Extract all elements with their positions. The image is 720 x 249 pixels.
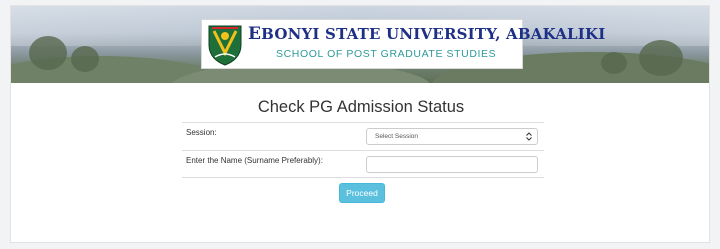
header-tree: [601, 52, 627, 74]
school-name: SCHOOL OF POST GRADUATE STUDIES: [276, 48, 497, 60]
header-background: EBONYI STATE UNIVERSITY, ABAKALIKI SCHOO…: [11, 6, 709, 83]
page-container: EBONYI STATE UNIVERSITY, ABAKALIKI SCHOO…: [10, 5, 710, 243]
page-title: Check PG Admission Status: [257, 98, 465, 116]
session-row: Session: Select Session: [182, 122, 544, 150]
university-crest-icon: [208, 25, 242, 66]
chevron-updown-icon: [526, 132, 532, 141]
proceed-button[interactable]: Proceed: [339, 183, 385, 203]
name-label: Enter the Name (Surname Preferably):: [186, 156, 323, 165]
header-tree: [71, 46, 99, 72]
university-name-rest: BONYI STATE UNIVERSITY, ABAKALIKI: [261, 25, 606, 43]
university-banner: EBONYI STATE UNIVERSITY, ABAKALIKI SCHOO…: [201, 19, 605, 69]
header-tree: [29, 36, 67, 70]
header-tree: [639, 40, 683, 76]
name-row: Enter the Name (Surname Preferably):: [182, 150, 544, 178]
university-name-initial: E: [248, 24, 262, 44]
surname-input[interactable]: [366, 156, 538, 173]
session-label: Session:: [186, 128, 217, 137]
session-select[interactable]: Select Session: [366, 128, 538, 145]
university-name: EBONYI STATE UNIVERSITY, ABAKALIKI: [248, 24, 605, 44]
status-form: Session: Select Session Enter the Name (…: [182, 122, 544, 178]
session-select-value: Select Session: [375, 133, 418, 140]
